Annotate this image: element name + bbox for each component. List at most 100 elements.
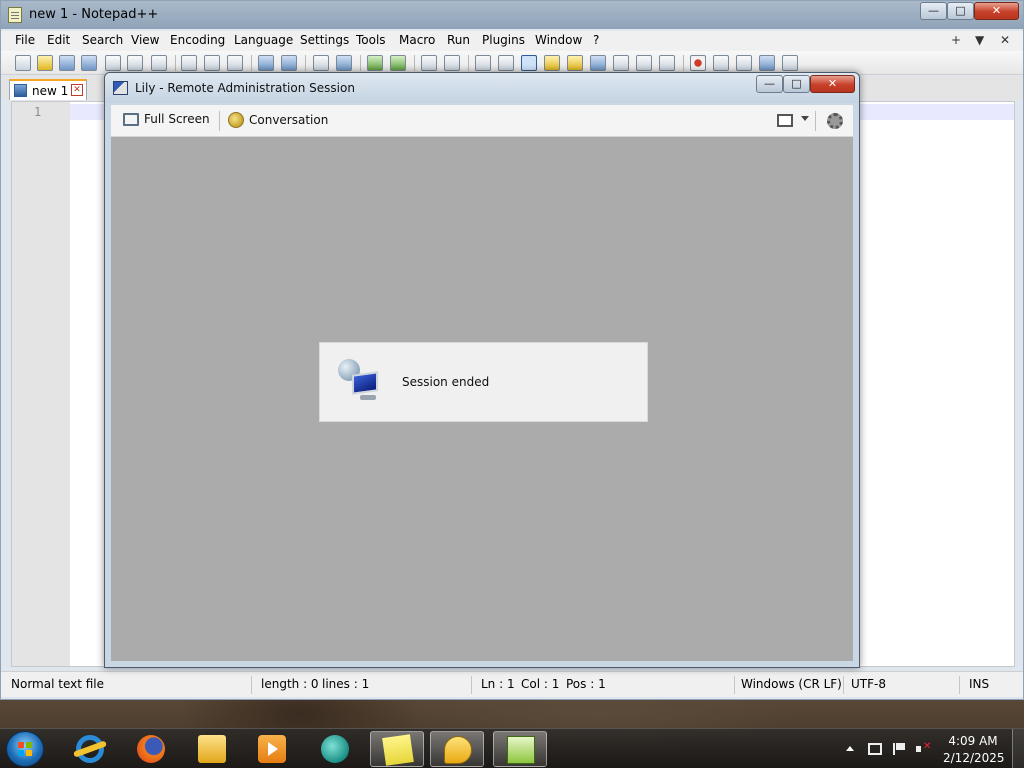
taskbar-notepad-plus-plus[interactable] [493, 731, 547, 767]
notepad-titlebar[interactable]: new 1 - Notepad++ — □ ✕ [1, 1, 1023, 29]
menu-view[interactable]: View [131, 33, 159, 47]
redo-icon[interactable] [281, 55, 297, 71]
replace-icon[interactable] [336, 55, 352, 71]
conversation-button[interactable]: Conversation [228, 112, 328, 128]
menu-search[interactable]: Search [82, 33, 123, 47]
session-status-message: Session ended [402, 375, 490, 389]
new-file-icon[interactable] [15, 55, 31, 71]
network-icon[interactable] [868, 743, 882, 755]
status-ln: Ln : 1 [481, 677, 515, 691]
remote-screen-area[interactable]: Session ended [111, 137, 853, 661]
folder-as-workspace-icon[interactable] [613, 55, 629, 71]
folder-icon [198, 735, 226, 763]
clock-time[interactable]: 4:09 AM [947, 734, 999, 748]
document-icon [14, 84, 27, 97]
remote-session-toolbar: Full Screen Conversation [111, 105, 853, 137]
cut-icon[interactable] [181, 55, 197, 71]
notepad-minimize-button[interactable]: — [920, 2, 947, 20]
menu-edit[interactable]: Edit [47, 33, 70, 47]
remote-maximize-button[interactable]: □ [783, 75, 810, 93]
globe-icon [321, 735, 349, 763]
status-encoding: UTF-8 [851, 677, 886, 691]
find-icon[interactable] [313, 55, 329, 71]
tab-close-icon[interactable]: ✕ [71, 84, 83, 96]
close-all-icon[interactable] [127, 55, 143, 71]
monitoring-icon[interactable] [636, 55, 652, 71]
taskbar-remote-session[interactable] [430, 731, 484, 767]
remote-minimize-button[interactable]: — [756, 75, 783, 93]
save-macro-icon[interactable] [782, 55, 798, 71]
save-all-icon[interactable] [81, 55, 97, 71]
menu-file[interactable]: File [15, 33, 35, 47]
menu-run[interactable]: Run [447, 33, 470, 47]
tab-list-chevron-down-icon[interactable]: ▼ [975, 33, 984, 47]
full-screen-icon [123, 112, 139, 126]
menu-window[interactable]: Window [535, 33, 582, 47]
sync-vertical-scroll-icon[interactable] [421, 55, 437, 71]
monitor-select-icon[interactable] [777, 114, 793, 127]
zoom-out-icon[interactable] [390, 55, 406, 71]
full-screen-label: Full Screen [144, 112, 210, 126]
remote-session-window-controls: — □ ✕ [756, 75, 855, 93]
full-screen-button[interactable]: Full Screen [123, 112, 210, 126]
function-list-icon[interactable] [590, 55, 606, 71]
firefox-icon [137, 735, 165, 763]
menu-language[interactable]: Language [234, 33, 293, 47]
copy-icon[interactable] [204, 55, 220, 71]
paste-icon[interactable] [227, 55, 243, 71]
taskbar-media-player[interactable] [245, 731, 299, 767]
zoom-in-icon[interactable] [367, 55, 383, 71]
toolbar-separator [219, 111, 220, 131]
action-center-flag-icon[interactable] [893, 743, 907, 755]
menu-macro[interactable]: Macro [399, 33, 435, 47]
stop-recording-icon[interactable] [713, 55, 729, 71]
show-desktop-button[interactable] [1012, 729, 1024, 768]
record-macro-icon[interactable] [690, 55, 706, 71]
close-document-icon[interactable]: ✕ [1000, 33, 1010, 47]
save-icon[interactable] [59, 55, 75, 71]
monitor-dropdown-chevron-down-icon[interactable] [801, 116, 809, 121]
status-col: Col : 1 [521, 677, 560, 691]
playback-macro-icon[interactable] [736, 55, 752, 71]
notepad-maximize-button[interactable]: □ [947, 2, 974, 20]
remote-session-titlebar[interactable]: Lily - Remote Administration Session — □… [105, 73, 859, 103]
sticky-notes-icon [382, 734, 414, 766]
gear-icon[interactable] [827, 113, 843, 129]
notepad-plus-plus-icon [507, 736, 535, 764]
document-map-icon[interactable] [567, 55, 583, 71]
menu-encoding[interactable]: Encoding [170, 33, 225, 47]
menu-tools[interactable]: Tools [356, 33, 386, 47]
taskbar-file-explorer[interactable] [185, 731, 239, 767]
status-divider [471, 676, 472, 694]
taskbar-browser[interactable] [308, 731, 362, 767]
word-wrap-icon[interactable] [475, 55, 491, 71]
taskbar-internet-explorer[interactable] [63, 731, 117, 767]
close-file-icon[interactable] [105, 55, 121, 71]
document-list-icon[interactable] [659, 55, 675, 71]
menu-help[interactable]: ? [593, 33, 599, 47]
taskbar-firefox[interactable] [124, 731, 178, 767]
clock-date[interactable]: 2/12/2025 [943, 751, 1005, 765]
run-macro-multiple-icon[interactable] [759, 55, 775, 71]
menu-plugins[interactable]: Plugins [482, 33, 525, 47]
remote-session-icon [338, 359, 380, 403]
start-button[interactable] [6, 731, 44, 767]
menu-settings[interactable]: Settings [300, 33, 349, 47]
show-all-characters-icon[interactable] [498, 55, 514, 71]
notepad-close-button[interactable]: ✕ [974, 2, 1019, 20]
media-player-icon [258, 735, 286, 763]
tab-new-1[interactable]: new 1 ✕ [9, 79, 87, 100]
new-tab-plus-icon[interactable]: + [951, 33, 961, 47]
volume-muted-icon[interactable] [916, 741, 931, 755]
conversation-icon [228, 112, 244, 128]
indent-guide-icon[interactable] [521, 55, 537, 71]
user-language-icon[interactable] [544, 55, 560, 71]
remote-close-button[interactable]: ✕ [810, 75, 855, 93]
show-hidden-icons-chevron-up-icon[interactable] [846, 746, 854, 751]
print-icon[interactable] [151, 55, 167, 71]
sync-horizontal-scroll-icon[interactable] [444, 55, 460, 71]
open-file-icon[interactable] [37, 55, 53, 71]
taskbar-sticky-notes[interactable] [370, 731, 424, 767]
undo-icon[interactable] [258, 55, 274, 71]
status-divider [959, 676, 960, 694]
